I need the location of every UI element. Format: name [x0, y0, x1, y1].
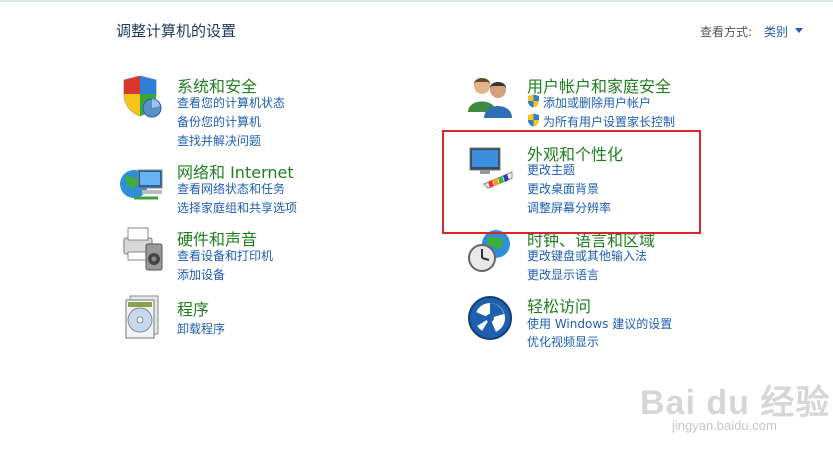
- shield-icon[interactable]: [118, 72, 166, 120]
- link-parental-controls[interactable]: 为所有用户设置家长控制: [543, 113, 675, 130]
- link-network-status[interactable]: 查看网络状态和任务: [177, 180, 285, 197]
- link-optimize-video[interactable]: 优化视频显示: [527, 333, 599, 350]
- link-change-input-method[interactable]: 更改键盘或其他输入法: [527, 247, 647, 264]
- link-homegroup-sharing[interactable]: 选择家庭组和共享选项: [177, 199, 297, 216]
- chevron-down-icon[interactable]: [795, 28, 803, 33]
- link-troubleshoot[interactable]: 查找并解决问题: [177, 132, 261, 149]
- view-by-label: 查看方式:: [700, 25, 753, 39]
- link-add-remove-accounts[interactable]: 添加或删除用户帐户: [543, 94, 651, 111]
- users-icon[interactable]: [466, 72, 514, 120]
- highlight-box: [442, 130, 701, 234]
- page-title: 调整计算机的设置: [116, 22, 237, 40]
- top-border: [0, 0, 833, 2]
- watermark-url: jingyan.baidu.com: [672, 418, 777, 433]
- view-by-dropdown[interactable]: 类别: [764, 23, 788, 40]
- link-backup-computer[interactable]: 备份您的计算机: [177, 113, 261, 130]
- programs-disc-icon[interactable]: [118, 292, 166, 340]
- network-globe-icon[interactable]: [118, 160, 166, 208]
- uac-shield-icon: [528, 94, 539, 108]
- link-view-computer-status[interactable]: 查看您的计算机状态: [177, 94, 285, 111]
- link-uninstall-program[interactable]: 卸载程序: [177, 320, 225, 337]
- printer-speaker-icon[interactable]: [118, 224, 166, 272]
- uac-shield-icon: [528, 113, 539, 127]
- watermark-logo: Bai du 经验: [640, 384, 831, 422]
- link-recommended-settings[interactable]: 使用 Windows 建议的设置: [527, 315, 672, 332]
- category-programs[interactable]: 程序: [177, 296, 209, 320]
- link-devices-printers[interactable]: 查看设备和打印机: [177, 247, 273, 264]
- category-ease-of-access[interactable]: 轻松访问: [527, 293, 591, 317]
- ease-of-access-icon[interactable]: [466, 294, 514, 342]
- link-add-device[interactable]: 添加设备: [177, 266, 225, 283]
- link-change-display-language[interactable]: 更改显示语言: [527, 266, 599, 283]
